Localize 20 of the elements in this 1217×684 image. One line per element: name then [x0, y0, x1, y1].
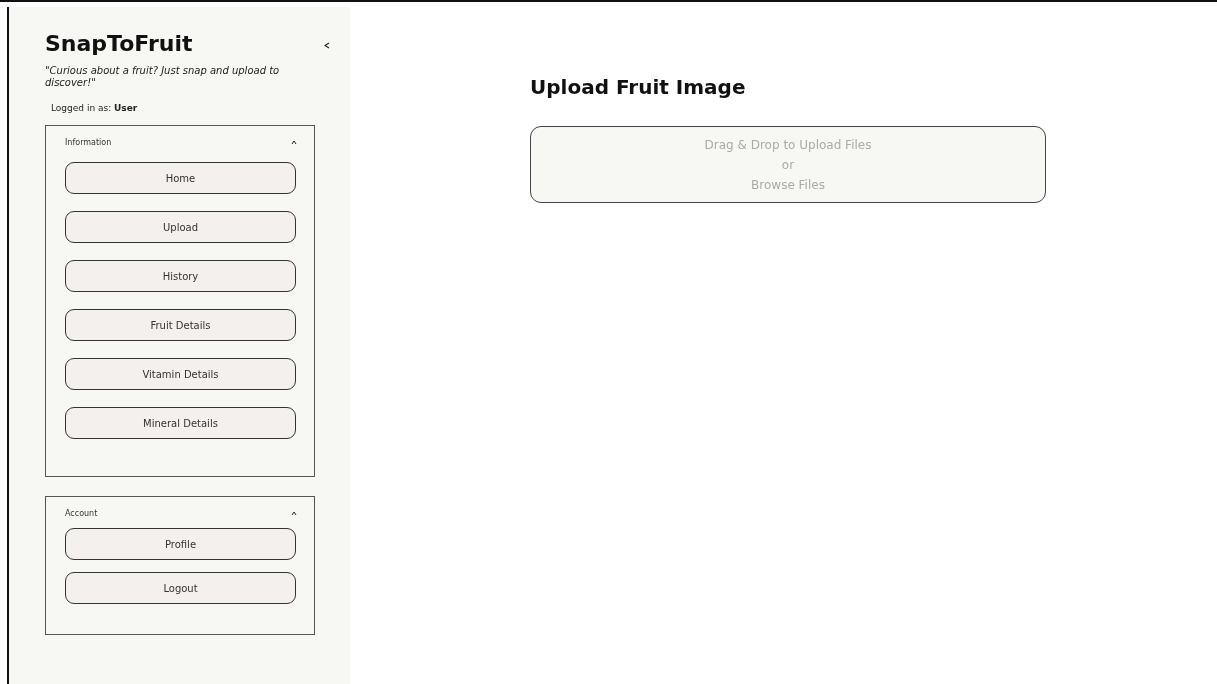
page-title: Upload Fruit Image — [530, 75, 747, 99]
nav-button[interactable]: Fruit Details — [65, 309, 296, 341]
chevron-up-icon[interactable] — [291, 140, 297, 145]
nav-button[interactable]: Logout — [65, 572, 296, 604]
app-title: SnapToFruit — [45, 31, 193, 56]
chevron-up-icon[interactable] — [291, 511, 297, 516]
dropzone-text: Drag & Drop to Upload Files — [704, 136, 872, 154]
collapse-icon[interactable] — [324, 42, 330, 49]
nav-button[interactable]: History — [65, 260, 296, 292]
dropzone-text: Browse Files — [751, 176, 825, 194]
nav-button[interactable]: Mineral Details — [65, 407, 296, 439]
tagline: "Curious about a fruit? Just snap and upload to discover!" — [45, 65, 281, 89]
section-title: Account — [65, 509, 98, 518]
logged-in-text: Logged in as: User — [51, 103, 139, 113]
nav-button[interactable]: Vitamin Details — [65, 358, 296, 390]
nav-button[interactable]: Profile — [65, 528, 296, 560]
nav-button[interactable]: Home — [65, 162, 296, 194]
section-title: Information — [65, 138, 112, 147]
dropzone-text: or — [781, 156, 795, 174]
nav-button[interactable]: Upload — [65, 211, 296, 243]
